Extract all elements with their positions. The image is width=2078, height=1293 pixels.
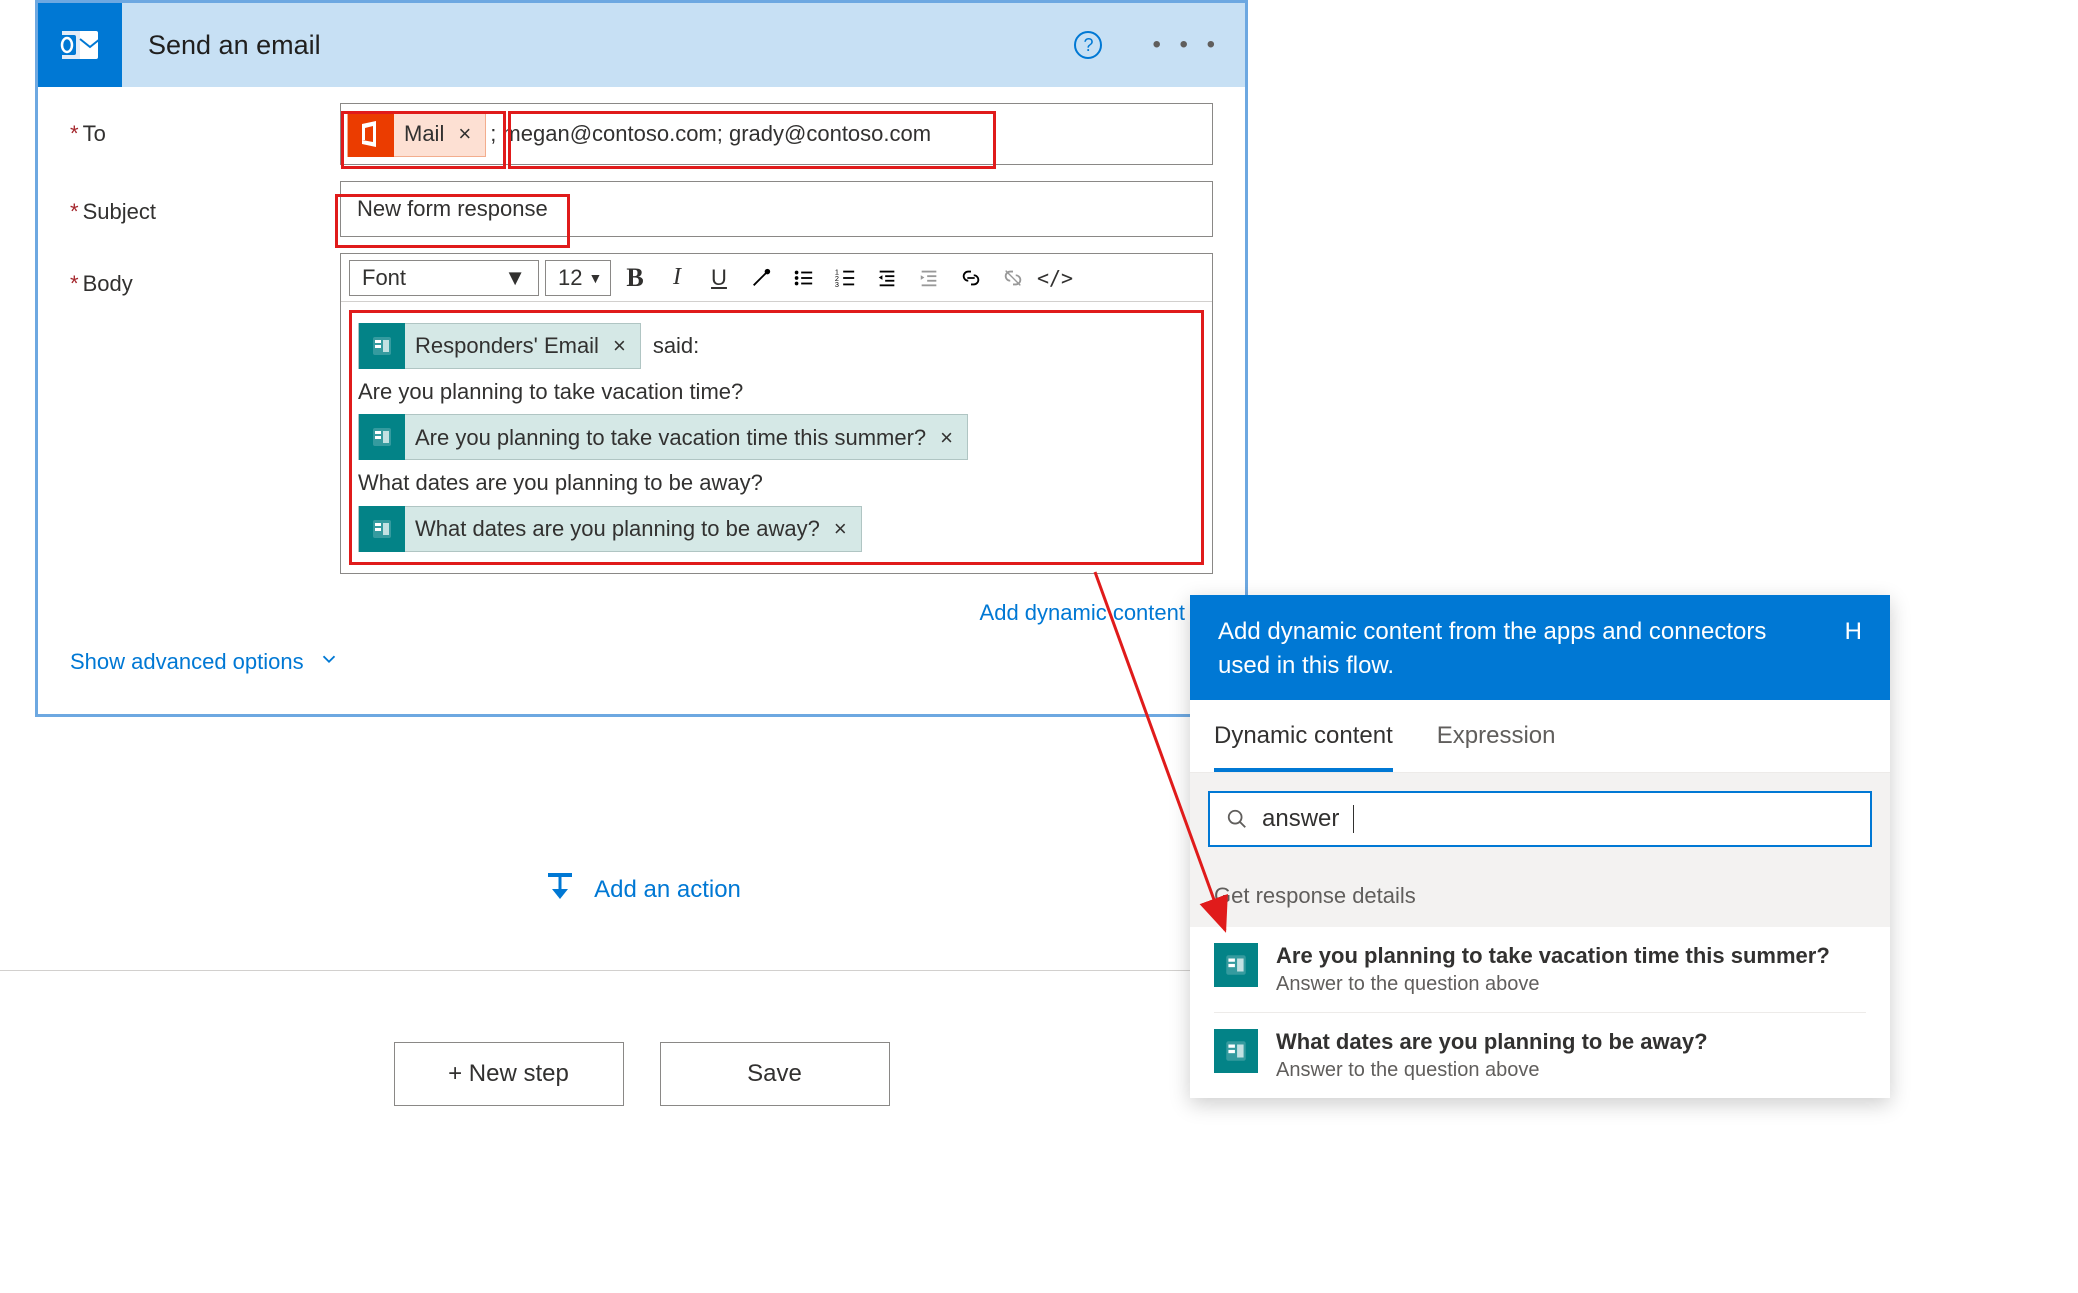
new-step-button[interactable]: + New step: [394, 1042, 624, 1106]
body-row: *Body Font▼ 12▼ B I U 123: [70, 253, 1213, 574]
flyout-search-wrap: answer: [1190, 773, 1890, 865]
size-select[interactable]: 12▼: [545, 260, 611, 296]
body-highlight-box: Responders' Email × said: Are you planni…: [349, 310, 1204, 565]
send-email-card: Send an email ? • • • *To Mail × ; megan…: [35, 0, 1248, 717]
add-dynamic-content-link[interactable]: Add dynamic content: [70, 590, 1213, 630]
chevron-down-icon: [318, 648, 340, 676]
body-editor: Font▼ 12▼ B I U 123 </>: [340, 253, 1213, 574]
search-value: answer: [1262, 805, 1339, 833]
divider: [0, 970, 1200, 971]
dynamic-item-1[interactable]: What dates are you planning to be away? …: [1190, 1013, 1890, 1098]
to-input[interactable]: Mail × ; megan@contoso.com; grady@contos…: [340, 103, 1213, 165]
editor-toolbar: Font▼ 12▼ B I U 123 </>: [341, 254, 1212, 302]
dynamic-item-0[interactable]: Are you planning to take vacation time t…: [1190, 927, 1890, 1012]
mail-chip-remove[interactable]: ×: [454, 121, 475, 147]
token-remove[interactable]: ×: [936, 419, 957, 456]
outlook-icon: [38, 3, 122, 87]
q1-token[interactable]: Are you planning to take vacation time t…: [358, 414, 968, 460]
office-icon: [348, 111, 394, 157]
button-row: + New step Save: [35, 1042, 1248, 1106]
flyout-item-text: What dates are you planning to be away? …: [1276, 1029, 1708, 1082]
token-remove[interactable]: ×: [609, 327, 630, 364]
svg-text:3: 3: [835, 280, 839, 289]
flyout-tabs: Dynamic content Expression: [1190, 700, 1890, 773]
forms-icon: [1214, 943, 1258, 987]
indent-button[interactable]: [911, 260, 947, 296]
to-text: ; megan@contoso.com; grady@contoso.com: [490, 121, 931, 147]
card-header: Send an email ? • • •: [38, 3, 1245, 87]
editor-area[interactable]: Responders' Email × said: Are you planni…: [341, 302, 1212, 573]
font-select[interactable]: Font▼: [349, 260, 539, 296]
flyout-item-text: Are you planning to take vacation time t…: [1276, 943, 1830, 996]
forms-icon: [1214, 1029, 1258, 1073]
unlink-button[interactable]: [995, 260, 1031, 296]
body-q2-text: What dates are you planning to be away?: [358, 464, 1195, 501]
flyout-header-text: Add dynamic content from the apps and co…: [1218, 615, 1818, 682]
color-button[interactable]: [743, 260, 779, 296]
token-remove[interactable]: ×: [830, 510, 851, 547]
text-cursor: [1353, 805, 1354, 833]
subject-input[interactable]: New form response: [340, 181, 1213, 237]
tab-expression[interactable]: Expression: [1437, 700, 1556, 772]
mail-chip[interactable]: Mail ×: [347, 111, 486, 157]
add-action-button[interactable]: Add an action: [35, 840, 1248, 940]
flyout-item-sub: Answer to the question above: [1276, 1059, 1708, 1082]
flyout-item-title: Are you planning to take vacation time t…: [1276, 943, 1830, 969]
number-list-button[interactable]: 123: [827, 260, 863, 296]
body-q1-text: Are you planning to take vacation time?: [358, 373, 1195, 410]
card-title: Send an email: [142, 30, 1054, 61]
search-icon: [1226, 808, 1248, 830]
help-icon[interactable]: ?: [1074, 31, 1102, 59]
add-action-icon: [542, 869, 578, 912]
forms-icon: [359, 506, 405, 552]
forms-icon: [359, 414, 405, 460]
dynamic-content-flyout: Add dynamic content from the apps and co…: [1190, 595, 1890, 1098]
flyout-header: Add dynamic content from the apps and co…: [1190, 597, 1890, 700]
card-body: *To Mail × ; megan@contoso.com; grady@co…: [38, 87, 1245, 714]
bullet-list-button[interactable]: [785, 260, 821, 296]
code-view-button[interactable]: </>: [1037, 260, 1073, 296]
underline-button[interactable]: U: [701, 260, 737, 296]
responders-email-token[interactable]: Responders' Email ×: [358, 323, 641, 369]
flyout-item-sub: Answer to the question above: [1276, 973, 1830, 996]
bold-button[interactable]: B: [617, 260, 653, 296]
forms-icon: [359, 323, 405, 369]
italic-button[interactable]: I: [659, 260, 695, 296]
flyout-search[interactable]: answer: [1208, 791, 1872, 847]
mail-chip-label: Mail: [404, 121, 444, 147]
subject-row: *Subject New form response: [70, 181, 1213, 237]
tab-dynamic-content[interactable]: Dynamic content: [1214, 700, 1393, 772]
q2-token[interactable]: What dates are you planning to be away? …: [358, 506, 862, 552]
body-label: *Body: [70, 253, 340, 297]
flyout-section-title: Get response details: [1190, 865, 1890, 927]
save-button[interactable]: Save: [660, 1042, 890, 1106]
more-icon[interactable]: • • •: [1152, 31, 1221, 59]
flyout-hide-button[interactable]: H: [1845, 615, 1862, 649]
flyout-item-title: What dates are you planning to be away?: [1276, 1029, 1708, 1055]
outdent-button[interactable]: [869, 260, 905, 296]
subject-value: New form response: [357, 196, 548, 222]
show-advanced-options[interactable]: Show advanced options: [70, 630, 1213, 704]
subject-label: *Subject: [70, 181, 340, 225]
link-button[interactable]: [953, 260, 989, 296]
to-row: *To Mail × ; megan@contoso.com; grady@co…: [70, 103, 1213, 165]
add-action-label: Add an action: [594, 876, 741, 904]
to-label: *To: [70, 103, 340, 147]
